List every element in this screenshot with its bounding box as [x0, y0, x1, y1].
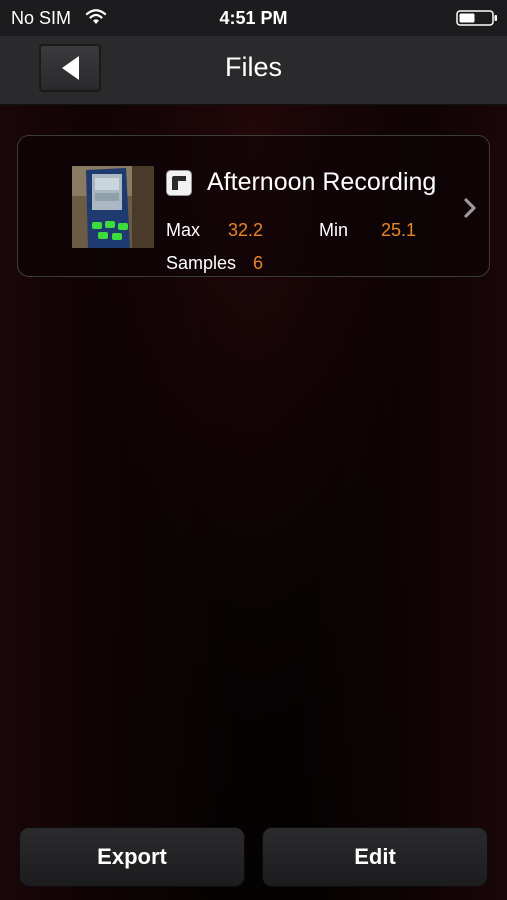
status-time: 4:51 PM: [219, 8, 288, 28]
min-label: Min: [319, 220, 349, 240]
export-button[interactable]: Export: [19, 827, 245, 887]
battery-icon: [456, 10, 497, 26]
file-thumbnail: [72, 166, 154, 248]
page-title: Files: [224, 52, 282, 82]
thermometer-device-photo-icon: [72, 166, 154, 248]
samples-label: Samples: [166, 253, 237, 273]
max-label: Max: [166, 220, 201, 240]
edit-button[interactable]: Edit: [262, 827, 488, 887]
chevron-right-icon: [464, 198, 476, 218]
file-type-icon: [166, 170, 192, 196]
max-value: 32.2: [228, 220, 264, 240]
status-bar: No SIM 4:51 PM: [0, 0, 507, 36]
samples-value: 6: [253, 253, 264, 273]
min-value: 25.1: [381, 220, 417, 240]
file-name: Afternoon Recording: [207, 168, 437, 196]
file-list-item[interactable]: Afternoon Recording Max 32.2 Min 25.1 Sa…: [17, 135, 490, 277]
files-screen: No SIM 4:51 PM Files Afternoon Recording…: [0, 0, 507, 900]
navigation-bar: Files: [0, 36, 507, 105]
